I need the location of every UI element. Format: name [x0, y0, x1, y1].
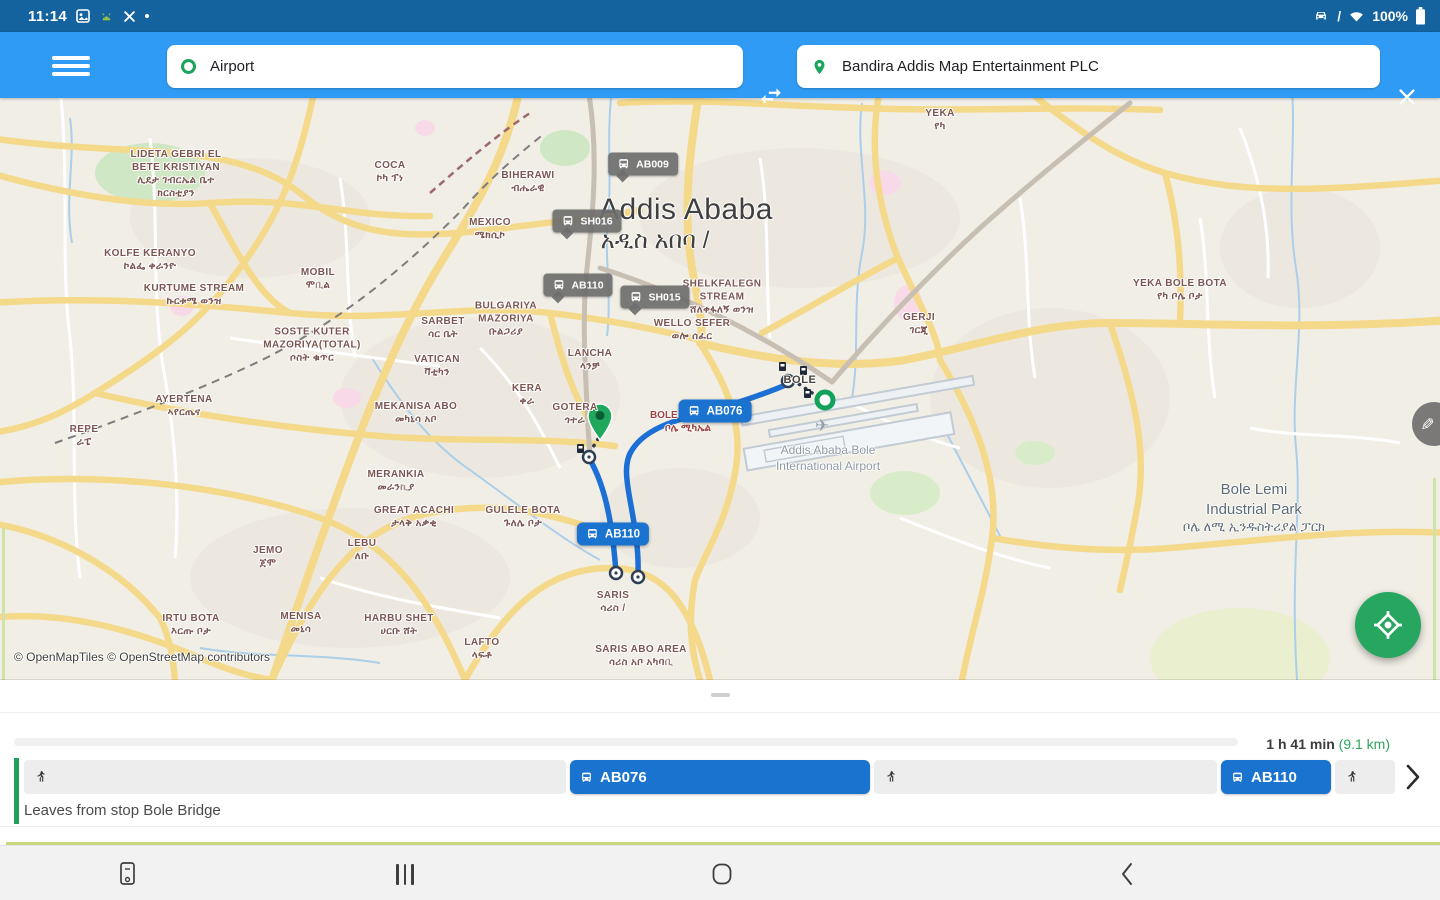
home-button[interactable]	[707, 860, 737, 888]
destination-pin-icon	[811, 57, 828, 77]
slash-divider-icon: /	[1337, 8, 1341, 24]
origin-input[interactable]: Airport	[167, 45, 743, 88]
transit-badge-label: SH015	[648, 291, 680, 303]
leg-bus-label: AB076	[600, 769, 647, 786]
next-route-chevron[interactable]	[1400, 760, 1426, 794]
back-button[interactable]	[1112, 860, 1142, 888]
transit-badge-label: AB110	[605, 528, 640, 540]
walk-icon	[34, 769, 48, 785]
recents-button[interactable]	[390, 860, 420, 888]
pencil-icon: ✎	[1416, 417, 1436, 431]
clock: 11:14	[28, 8, 67, 25]
airplane-icon: ✈	[815, 416, 829, 436]
battery-percent: 100%	[1372, 8, 1408, 24]
route-bottom-sheet: 1 h 41 min (9.1 km) AB076 AB110 Leaves fr…	[0, 680, 1440, 845]
route-endpoint-ring	[817, 392, 833, 408]
origin-value: Airport	[210, 58, 254, 75]
screenshot-nav-button[interactable]	[112, 860, 142, 888]
map-attribution: © OpenMapTiles © OpenStreetMap contribut…	[14, 650, 270, 664]
crossed-tools-icon	[122, 9, 137, 24]
route-leg-walk-4[interactable]	[1335, 760, 1395, 794]
hamburger-menu-button[interactable]	[52, 52, 90, 78]
close-button[interactable]	[1392, 82, 1422, 112]
my-location-fab[interactable]	[1355, 592, 1421, 658]
swap-origin-destination-button[interactable]	[755, 80, 787, 112]
transit-badge-ab009[interactable]: AB009	[608, 153, 678, 176]
walk-icon	[1345, 769, 1359, 785]
bus-icon	[688, 405, 701, 418]
bus-icon	[1231, 771, 1244, 784]
route-leg-walk-0[interactable]	[24, 760, 566, 794]
destination-value: Bandira Addis Map Entertainment PLC	[842, 58, 1099, 75]
boundary-line-left	[2, 528, 5, 680]
route-leg-walk-2[interactable]	[874, 760, 1217, 794]
city-label: Addis Ababa	[599, 193, 773, 227]
departure-note: Leaves from stop Bole Bridge	[24, 802, 221, 819]
airport-label: Addis Ababa Bole International Airport	[776, 442, 880, 474]
transit-badge-ab110[interactable]: AB110	[577, 523, 649, 546]
transit-badge-label: AB009	[636, 158, 669, 170]
sheet-drag-handle[interactable]	[711, 693, 730, 697]
transit-badge-label: AB110	[571, 279, 603, 291]
route-timeline-bar	[14, 738, 1238, 746]
transit-badge-sh016[interactable]: SH016	[552, 210, 621, 233]
transit-badge-sh015[interactable]: SH015	[620, 286, 689, 309]
transit-badge-label: AB076	[707, 405, 743, 417]
route-duration: 1 h 41 min	[1266, 736, 1338, 752]
route-summary: 1 h 41 min (9.1 km)	[1266, 736, 1390, 752]
android-nav-bar	[0, 845, 1440, 900]
android-icon	[99, 9, 114, 24]
transit-badge-ab110[interactable]: AB110	[543, 274, 612, 297]
locate-crosshair-icon	[1372, 609, 1404, 641]
bus-icon	[617, 158, 630, 171]
battery-icon	[1415, 7, 1426, 25]
bus-icon	[580, 771, 593, 784]
origin-ring-icon	[181, 59, 196, 74]
status-right: / 100%	[1312, 7, 1426, 25]
bus-icon	[561, 215, 574, 228]
leg-bus-label: AB110	[1251, 769, 1297, 786]
car-mode-icon	[1312, 7, 1330, 25]
route-leg-ab110[interactable]: AB110	[1221, 760, 1331, 794]
accent-underline	[6, 842, 1440, 845]
divider	[0, 712, 1440, 713]
notification-dot-icon	[145, 14, 149, 18]
boundary-line-right	[1433, 478, 1436, 680]
selected-route-accent	[14, 758, 19, 824]
status-left: 11:14	[28, 8, 149, 25]
map-canvas[interactable]: LIDETA GEBRI ELBETE KRISTIYANሊደታ ገብርኤል ቤ…	[0, 98, 1440, 680]
wifi-icon	[1348, 8, 1365, 25]
route-leg-ab076[interactable]: AB076	[570, 760, 870, 794]
walk-icon	[884, 769, 898, 785]
screenshot-icon	[75, 8, 91, 24]
bus-icon	[586, 528, 599, 541]
app-bar: Airport Bandira Addis Map Entertainment …	[0, 32, 1440, 98]
bus-icon	[629, 291, 642, 304]
status-bar: 11:14 / 100%	[0, 0, 1440, 32]
bus-icon	[552, 279, 565, 292]
destination-input[interactable]: Bandira Addis Map Entertainment PLC	[797, 45, 1380, 88]
divider	[0, 826, 1440, 827]
route-legs-bar[interactable]: AB076 AB110	[24, 760, 1395, 794]
map-tiles	[0, 98, 1440, 680]
transit-badge-ab076[interactable]: AB076	[679, 400, 752, 423]
route-distance: (9.1 km)	[1339, 736, 1390, 752]
transit-badge-label: SH016	[580, 215, 612, 227]
